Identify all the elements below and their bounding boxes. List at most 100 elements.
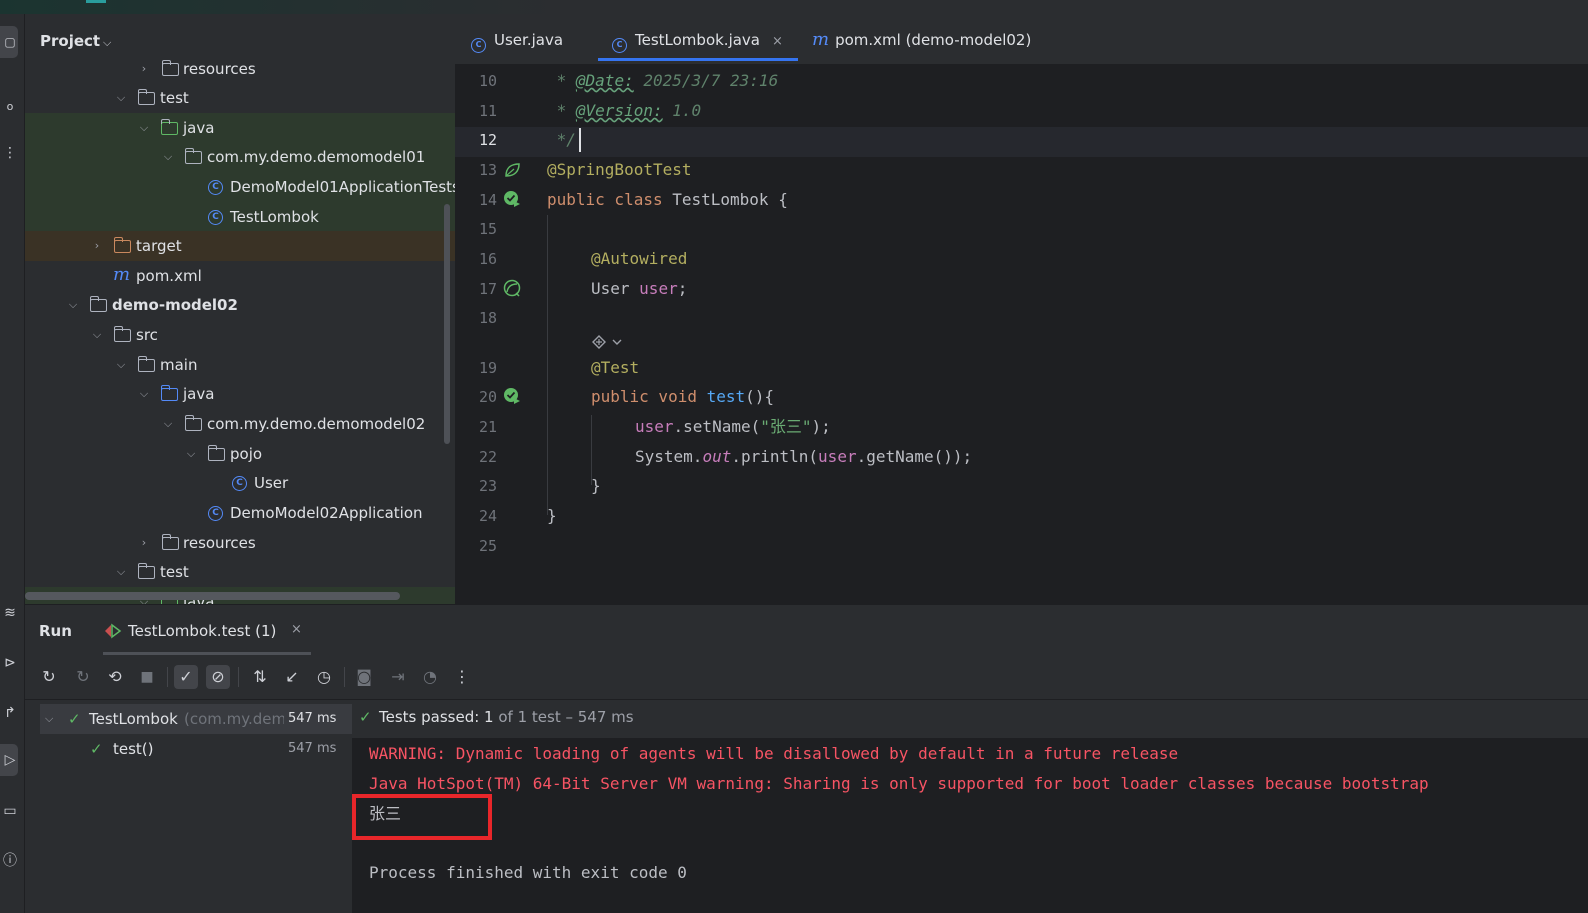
tab-user-java[interactable]: C User.java [471, 14, 563, 64]
spring-leaf-icon[interactable] [503, 161, 521, 179]
line-number: 25 [478, 537, 497, 555]
project-horizontal-scrollbar[interactable] [25, 592, 400, 600]
toggle-autotest-icon[interactable]: ⟲ [103, 665, 127, 689]
maven-icon: m [812, 29, 830, 50]
more-tools-icon[interactable]: ⋮ [0, 142, 20, 164]
ai-assistant-icon[interactable] [591, 333, 625, 351]
run-test-icon[interactable] [503, 387, 521, 405]
chevron-down-icon[interactable]: ⌵ [103, 36, 111, 50]
chevron-down-icon[interactable]: ⌵ [161, 142, 175, 172]
line-number: 23 [478, 477, 497, 495]
git-icon[interactable]: ↱ [0, 702, 20, 724]
tree-item-target[interactable]: › target [25, 231, 455, 261]
tree-item-package-demomodel01[interactable]: ⌵ com.my.demo.demomodel01 [25, 142, 455, 172]
passed-check-icon: ✓ [90, 740, 103, 758]
run-panel-title[interactable]: Run [39, 622, 72, 640]
console-output[interactable]: ✓ Tests passed: 1 of 1 test – 547 ms WAR… [352, 700, 1588, 913]
test-config-icon [105, 623, 122, 639]
chevron-down-icon[interactable]: ⌵ [66, 290, 80, 320]
close-icon[interactable]: × [772, 34, 783, 49]
line-number: 11 [478, 102, 497, 120]
more-options-icon[interactable]: ⋮ [450, 665, 474, 689]
code-line-20: public void test(){ [591, 387, 775, 406]
import-icon[interactable]: ⇥ [386, 665, 410, 689]
run-icon[interactable]: ▷ [0, 749, 20, 771]
chevron-down-icon[interactable]: ⌵ [114, 557, 128, 587]
project-icon[interactable]: ▢ [0, 31, 20, 53]
layers-icon[interactable]: ≋ [0, 602, 20, 624]
tree-item-label: test [160, 89, 189, 107]
chevron-down-icon[interactable]: ⌵ [184, 439, 198, 469]
code-line-19: @Test [591, 358, 640, 377]
module-icon [89, 296, 107, 312]
tree-item-label: com.my.demo.demomodel02 [207, 415, 426, 433]
problems-icon[interactable]: ⓘ [0, 850, 20, 872]
services-icon[interactable]: ⊳ [0, 652, 20, 674]
line-number: 15 [478, 220, 497, 238]
chevron-right-icon[interactable]: › [137, 528, 151, 558]
chevron-down-icon[interactable]: ⌵ [114, 83, 128, 113]
history-icon[interactable]: ◷ [312, 665, 336, 689]
line-number: 17 [478, 280, 497, 298]
code-line-17: User user; [591, 279, 688, 298]
terminal-icon[interactable]: ▭ [0, 800, 20, 822]
test-tree-item-test[interactable]: ✓ test() 547 ms [40, 734, 352, 764]
collapse-icon[interactable]: ↙ [280, 665, 304, 689]
test-tree-root[interactable]: ⌵ ✓ TestLombok (com.my.demo 547 ms [40, 704, 352, 734]
rerun-failed-icon[interactable]: ↻ [71, 665, 95, 689]
chevron-down-icon[interactable]: ⌵ [90, 320, 104, 350]
chevron-right-icon[interactable]: › [90, 231, 104, 261]
tree-item-resources-02[interactable]: › resources [25, 528, 455, 558]
code-editor[interactable]: 10 11 12 13 14 15 16 17 18 19 20 21 22 2… [455, 65, 1588, 603]
tree-item-label: java [183, 385, 215, 403]
project-vertical-scrollbar[interactable] [444, 204, 450, 444]
chevron-down-icon[interactable]: ⌵ [114, 350, 128, 380]
chevron-right-icon[interactable]: › [137, 54, 151, 84]
tree-item-src[interactable]: ⌵ src [25, 320, 455, 350]
tree-item-main[interactable]: ⌵ main [25, 350, 455, 380]
tree-item-pojo[interactable]: ⌵ pojo [25, 439, 455, 469]
autowired-bean-icon[interactable] [503, 279, 521, 297]
chevron-down-icon[interactable]: ⌵ [137, 379, 151, 409]
run-test-icon[interactable] [503, 190, 521, 208]
stop-icon[interactable]: ■ [135, 665, 159, 689]
rerun-icon[interactable]: ↻ [37, 665, 61, 689]
tree-item-test-01[interactable]: ⌵ test [25, 83, 455, 113]
tree-item-testlombok[interactable]: C TestLombok [25, 202, 455, 232]
sort-icon[interactable]: ⇅ [248, 665, 272, 689]
chevron-down-icon[interactable]: ⌵ [161, 409, 175, 439]
tree-item-test-02[interactable]: ⌵ test [25, 557, 455, 587]
tree-item-demomodel01-tests[interactable]: C DemoModel01ApplicationTests [25, 172, 455, 202]
camera-icon[interactable]: ◙ [352, 665, 376, 689]
tree-item-java-test-01[interactable]: ⌵ java [25, 113, 455, 143]
tree-item-pom-01[interactable]: m pom.xml [25, 261, 455, 291]
tab-pom-xml[interactable]: m pom.xml (demo-model02) [812, 14, 1031, 64]
tree-item-demo-model02[interactable]: ⌵ demo-model02 [25, 290, 455, 320]
tree-item-package-demomodel02[interactable]: ⌵ com.my.demo.demomodel02 [25, 409, 455, 439]
close-icon[interactable]: × [291, 622, 302, 637]
tree-item-label: pom.xml [136, 267, 202, 285]
tab-label: TestLombok.java [635, 31, 761, 49]
run-panel-header: Run TestLombok.test (1) × [25, 604, 1588, 655]
tree-item-label: demo-model02 [112, 296, 238, 314]
project-title[interactable]: Project [40, 32, 100, 50]
project-panel: Project ⌵ › resources ⌵ test ⌵ java ⌵ co… [25, 14, 455, 604]
chevron-down-icon[interactable]: ⌵ [137, 113, 151, 143]
chevron-down-icon[interactable]: ⌵ [45, 704, 53, 734]
show-passed-icon[interactable]: ✓ [174, 665, 198, 689]
commit-icon[interactable]: o [0, 96, 20, 118]
class-test-icon: C [612, 38, 627, 53]
folder-icon [113, 326, 131, 342]
tab-testlombok-java[interactable]: C TestLombok.java × [598, 14, 798, 61]
class-icon: C [232, 476, 247, 491]
tree-item-demomodel02-application[interactable]: C DemoModel02Application [25, 498, 455, 528]
tree-item-label: test [160, 563, 189, 581]
run-tab-testlombok[interactable]: TestLombok.test (1) × [103, 605, 311, 655]
tree-item-user[interactable]: C User [25, 468, 455, 498]
tree-item-resources-01[interactable]: › resources [25, 54, 455, 84]
toolbar-separator [344, 667, 345, 687]
tab-label: User.java [494, 31, 564, 49]
tree-item-java-main[interactable]: ⌵ java [25, 379, 455, 409]
show-ignored-icon[interactable]: ⊘ [206, 665, 230, 689]
coverage-icon[interactable]: ◔ [418, 665, 442, 689]
